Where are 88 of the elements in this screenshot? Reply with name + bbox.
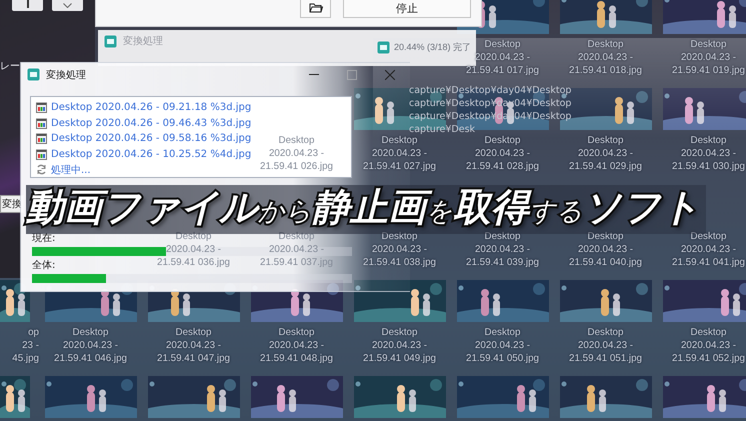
- file-caption: Desktop: [588, 38, 624, 51]
- file-caption: Desktop: [690, 326, 726, 339]
- file-caption: 2020.04.23 -: [578, 147, 634, 160]
- folder-icon: [308, 3, 322, 13]
- file-caption: Desktop: [588, 134, 624, 147]
- window-title: 変換処理: [123, 34, 163, 48]
- refresh-icon: [36, 164, 47, 176]
- file-caption: 2020.04.23 -: [166, 339, 222, 352]
- file-caption: 21.59.41 026.jpg: [260, 160, 333, 173]
- file-caption: 21.59.41 041.jpg: [672, 256, 745, 269]
- file-caption: 21.59.41 047.jpg: [157, 352, 230, 365]
- file-caption: 21.59.41 048.jpg: [260, 352, 333, 365]
- chevron-icon: [63, 3, 72, 8]
- file-name: Desktop 2020.04.26 - 09.46.43 %3d.jpg: [51, 118, 252, 129]
- file-caption: 21.59.41 036.jpg: [157, 256, 230, 269]
- file-caption: 21.59.41 052.jpg: [672, 352, 745, 365]
- file-icon: [36, 102, 47, 114]
- convert-button[interactable]: 変換: [0, 195, 24, 213]
- file-caption: 2020.04.23 -: [578, 243, 634, 256]
- file-caption: 2020.04.23 -: [268, 339, 324, 352]
- file-caption: Desktop: [382, 134, 418, 147]
- maximize-icon[interactable]: [347, 70, 357, 80]
- file-caption: 2020.04.23 -: [166, 243, 222, 256]
- file-caption: 21.59.41 037.jpg: [260, 256, 333, 269]
- file-icon: [36, 148, 47, 160]
- file-caption: Desktop: [278, 326, 314, 339]
- file-caption: 2020.04.23 -: [62, 339, 118, 352]
- file-name: Desktop 2020.04.26 - 09.58.16 %3d.jpg: [51, 133, 252, 144]
- file-path: capture¥Desktop¥day04¥Desktop: [409, 84, 572, 97]
- file-caption: Desktop: [484, 326, 520, 339]
- file-caption: 21.59.41 039.jpg: [466, 256, 539, 269]
- file-icon: [36, 133, 47, 144]
- file-caption: 2020.04.23 -: [474, 147, 530, 160]
- app-icon: [104, 34, 117, 48]
- file-caption: Desktop: [176, 326, 212, 339]
- file-caption: 2020.04.23 -: [474, 339, 530, 352]
- file-caption: 21.59.41 017.jpg: [466, 64, 539, 77]
- file-caption: 2020.04.23 -: [578, 51, 634, 64]
- file-caption: Desktop: [484, 134, 520, 147]
- line-icon: [26, 0, 28, 8]
- app-icon: [377, 40, 390, 54]
- file-caption: 21.59.41 019.jpg: [672, 64, 745, 77]
- file-path: capture¥Desk: [409, 123, 476, 136]
- file-caption: 2020.04.23 -: [372, 243, 428, 256]
- file-caption: Desktop: [690, 134, 726, 147]
- file-caption: Desktop: [588, 326, 624, 339]
- file-caption: 2020.04.23 -: [680, 339, 736, 352]
- file-caption: 2020.04.23 -: [268, 243, 324, 256]
- stop-button[interactable]: 停止: [343, 0, 471, 18]
- folder-button[interactable]: [300, 0, 331, 18]
- file-caption: 21.59.41 030.jpg: [672, 160, 745, 173]
- file-caption: Desktop: [278, 134, 314, 147]
- close-icon[interactable]: [385, 70, 395, 80]
- window-title: 20.44% (3/18) 完了: [394, 40, 472, 54]
- file-caption: 21.59.41 051.jpg: [569, 352, 642, 365]
- status-text: 処理中...: [51, 164, 91, 177]
- file-caption: 2020.04.23 -: [680, 51, 736, 64]
- file-caption: 21.59.41 049.jpg: [363, 352, 436, 365]
- file-caption: 21.59.41 018.jpg: [569, 64, 642, 77]
- window-title: 変換処理: [46, 68, 86, 82]
- file-name: Desktop 2020.04.26 - 09.21.18 %3d.jpg: [51, 102, 252, 114]
- progress-label: 全体:: [32, 260, 56, 272]
- file-caption: 2020.04.23 -: [372, 147, 428, 160]
- file-caption: 2020.04.23 -: [578, 339, 634, 352]
- panel-label: レー: [0, 60, 20, 73]
- file-caption: 23 -: [22, 339, 39, 352]
- file-name: Desktop 2020.04.26 - 10.25.52 %4d.jpg: [51, 148, 252, 160]
- file-caption: op: [28, 326, 39, 339]
- file-caption: Desktop: [72, 326, 108, 339]
- file-caption: 21.59.41 040.jpg: [569, 256, 642, 269]
- file-caption: 45.jpg: [12, 352, 39, 365]
- file-caption: 2020.04.23 -: [372, 339, 428, 352]
- file-caption: 21.59.41 028.jpg: [466, 160, 539, 173]
- file-icon: [36, 118, 47, 129]
- file-caption: 21.59.41 029.jpg: [569, 160, 642, 173]
- file-caption: Desktop: [382, 326, 418, 339]
- file-caption: 2020.04.23 -: [680, 147, 736, 160]
- progress-label: 現在:: [32, 233, 56, 245]
- file-caption: 21.59.41 038.jpg: [363, 256, 436, 269]
- file-caption: 2020.04.23 -: [680, 243, 736, 256]
- file-caption: 21.59.41 027.jpg: [363, 160, 436, 173]
- file-caption: 2020.04.23 -: [474, 243, 530, 256]
- file-caption: 21.59.41 050.jpg: [466, 352, 539, 365]
- file-caption: 21.59.41 046.jpg: [54, 352, 127, 365]
- file-caption: 2020.04.23 -: [268, 147, 324, 160]
- file-caption: Desktop: [690, 38, 726, 51]
- file-caption: Desktop: [484, 38, 520, 51]
- app-icon: [27, 68, 40, 81]
